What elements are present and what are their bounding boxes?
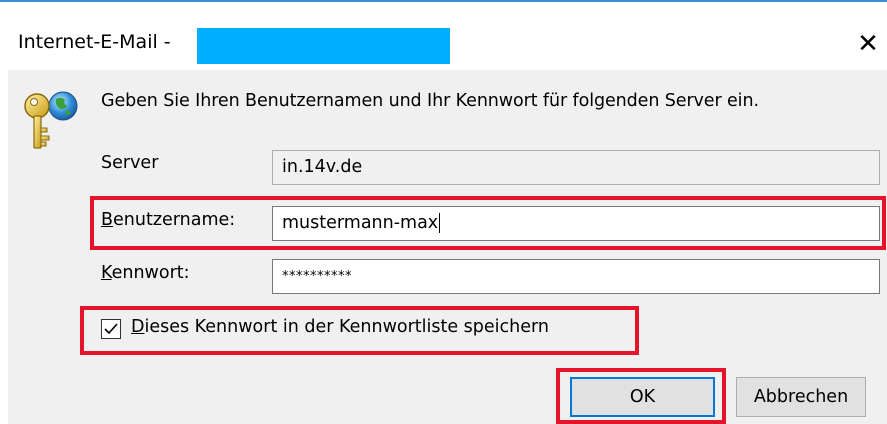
redacted-email-address: [197, 28, 450, 64]
cancel-button[interactable]: Abbrechen: [736, 377, 866, 417]
save-password-checkbox[interactable]: [101, 319, 121, 339]
credentials-dialog-body: [8, 70, 887, 424]
instruction-text: Geben Sie Ihren Benutzernamen und Ihr Ke…: [101, 91, 759, 111]
username-input[interactable]: mustermann-max: [272, 206, 880, 241]
server-field: in.14v.de: [272, 150, 880, 185]
key-globe-icon: [24, 91, 78, 149]
save-password-label[interactable]: Dieses Kennwort in der Kennwortliste spe…: [131, 317, 549, 337]
text-caret: [439, 213, 441, 233]
server-label: Server: [101, 153, 159, 173]
window-title: Internet-E-Mail -: [18, 31, 171, 53]
close-icon: ✕: [857, 29, 879, 59]
close-button[interactable]: ✕: [850, 24, 886, 64]
title-bar: Internet-E-Mail - ✕: [0, 2, 887, 68]
password-input[interactable]: **********: [272, 259, 880, 294]
ok-button[interactable]: OK: [570, 377, 715, 417]
checkmark-icon: [104, 323, 118, 335]
username-label: Benutzername:: [101, 210, 236, 230]
password-label: Kennwort:: [101, 263, 190, 283]
